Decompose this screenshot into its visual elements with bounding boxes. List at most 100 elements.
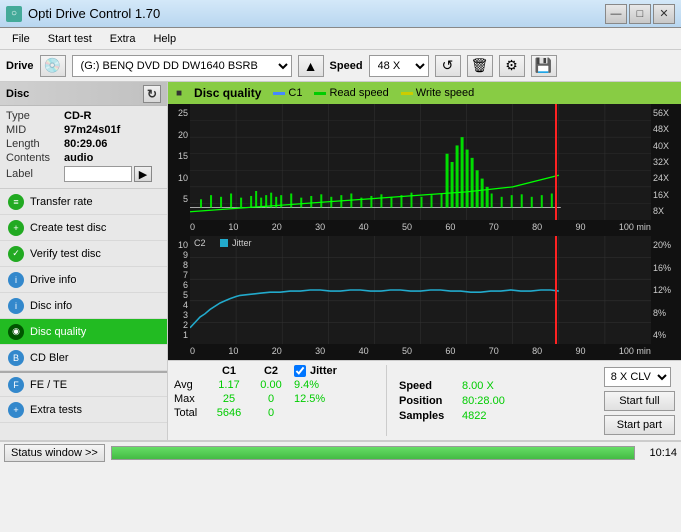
disc-refresh-button[interactable]: ↻	[143, 85, 161, 103]
status-bar: Status window >> 10:14	[0, 440, 681, 464]
mid-key: MID	[6, 124, 64, 136]
sidebar-item-extra-tests[interactable]: + Extra tests	[0, 397, 167, 423]
legend-c1-dot	[273, 92, 285, 95]
app-title: Opti Drive Control 1.70	[28, 6, 160, 21]
speed-select[interactable]: 48 X	[369, 55, 429, 77]
sidebar-item-create-test-disc[interactable]: + Create test disc	[0, 215, 167, 241]
bottom-y-axis-right: 20% 16% 12% 8% 4%	[651, 236, 681, 344]
jitter-label: Jitter	[232, 238, 252, 248]
disc-header: Disc ↻	[0, 82, 167, 106]
sidebar-item-drive-info[interactable]: i Drive info	[0, 267, 167, 293]
position-val: 80:28.00	[462, 395, 505, 407]
legend-c1: C1	[273, 87, 302, 99]
action-section: 8 X CLV Start full Start part	[604, 365, 675, 436]
disc-info-icon: i	[8, 298, 24, 314]
progress-bar-fill	[112, 447, 634, 459]
refresh-button[interactable]: ↺	[435, 55, 461, 77]
clv-row: 8 X CLV	[604, 367, 675, 387]
save-button[interactable]: 💾	[531, 55, 557, 77]
eraser-button[interactable]: 🗑	[467, 55, 493, 77]
status-window-button[interactable]: Status window >>	[4, 444, 105, 462]
charts-container: 25 20 15 10 5	[168, 104, 681, 360]
eject-button[interactable]: ▲	[298, 55, 324, 77]
c2-label: C2	[194, 238, 206, 248]
type-key: Type	[6, 110, 64, 122]
disc-info: Type CD-R MID 97m24s01f Length 80:29.06 …	[0, 106, 167, 189]
menu-help[interactable]: Help	[145, 31, 184, 47]
legend-read: Read speed	[314, 87, 388, 99]
legend-read-dot	[314, 92, 326, 95]
length-val: 80:29.06	[64, 138, 107, 150]
disc-mid-row: MID 97m24s01f	[6, 124, 161, 136]
sidebar-item-verify-test-disc[interactable]: ✓ Verify test disc	[0, 241, 167, 267]
samples-row: Samples 4822	[399, 410, 519, 422]
label-key: Label	[6, 168, 64, 180]
bottom-x-labels: 0 10 20 30 40 50 60 70 80 90 100 min	[190, 344, 651, 360]
c2-header: C2	[252, 365, 290, 377]
top-chart-wrapper: 25 20 15 10 5	[168, 104, 681, 220]
nav-items: ≡ Transfer rate + Create test disc ✓ Ver…	[0, 189, 167, 440]
max-c2: 0	[252, 393, 290, 405]
type-val: CD-R	[64, 110, 92, 122]
sidebar-item-fe-te[interactable]: F FE / TE	[0, 371, 167, 397]
cd-bler-icon: B	[8, 350, 24, 366]
samples-val: 4822	[462, 410, 486, 422]
total-c2: 0	[252, 407, 290, 419]
menu-bar: File Start test Extra Help	[0, 28, 681, 50]
drive-icon-btn[interactable]: 💿	[40, 55, 66, 77]
verify-test-disc-label: Verify test disc	[30, 248, 101, 260]
drive-select[interactable]: (G:) BENQ DVD DD DW1640 BSRB	[72, 55, 292, 77]
sidebar-item-cd-bler[interactable]: B CD Bler	[0, 345, 167, 371]
speed-label: Speed	[330, 60, 363, 72]
contents-key: Contents	[6, 152, 64, 164]
clv-select[interactable]: 8 X CLV	[604, 367, 671, 387]
drive-bar: Drive 💿 (G:) BENQ DVD DD DW1640 BSRB ▲ S…	[0, 50, 681, 82]
label-apply-button[interactable]: ▶	[134, 166, 152, 182]
start-full-button[interactable]: Start full	[604, 391, 675, 411]
menu-start-test[interactable]: Start test	[40, 31, 100, 47]
stats-table-section: C1 C2 Jitter Avg 1.17 0.00 9.4% Max 25 0…	[174, 365, 374, 436]
speed-pos-section: Speed 8.00 X Position 80:28.00 Samples 4…	[399, 365, 519, 436]
start-part-button[interactable]: Start part	[604, 415, 675, 435]
speed-row: Speed 8.00 X	[399, 380, 519, 392]
menu-extra[interactable]: Extra	[102, 31, 144, 47]
max-jitter: 12.5%	[294, 393, 325, 405]
contents-val: audio	[64, 152, 93, 164]
disc-quality-label: Disc quality	[30, 326, 86, 338]
legend-read-label: Read speed	[329, 87, 388, 99]
length-key: Length	[6, 138, 64, 150]
disc-quality-icon: ◉	[8, 324, 24, 340]
bottom-x-axis: 0 10 20 30 40 50 60 70 80 90 100 min	[168, 344, 681, 360]
fe-te-label: FE / TE	[30, 379, 67, 391]
create-test-disc-icon: +	[8, 220, 24, 236]
jitter-checkbox[interactable]	[294, 365, 306, 377]
disc-info-label: Disc info	[30, 300, 72, 312]
total-label: Total	[174, 407, 206, 419]
sidebar-item-transfer-rate[interactable]: ≡ Transfer rate	[0, 189, 167, 215]
jitter-header: Jitter	[310, 365, 337, 377]
bottom-y-axis: 10 9 8 7 6 5 4 3 2 1	[168, 236, 190, 344]
extra-tests-label: Extra tests	[30, 404, 82, 416]
close-button[interactable]: ✕	[653, 4, 675, 24]
avg-c2: 0.00	[252, 379, 290, 391]
disc-label-input[interactable]	[64, 166, 132, 182]
menu-file[interactable]: File	[4, 31, 38, 47]
transfer-rate-label: Transfer rate	[30, 196, 93, 208]
sidebar-item-disc-info[interactable]: i Disc info	[0, 293, 167, 319]
fe-te-icon: F	[8, 377, 24, 393]
top-x-labels: 0 10 20 30 40 50 60 70 80 90 100 min	[190, 220, 651, 236]
main-content: Disc ↻ Type CD-R MID 97m24s01f Length 80…	[0, 82, 681, 440]
disc-label-row: Label ▶	[6, 166, 161, 182]
c2-jitter-box	[220, 239, 228, 247]
legend-write: Write speed	[401, 87, 475, 99]
maximize-button[interactable]: □	[629, 4, 651, 24]
settings-button[interactable]: ⚙	[499, 55, 525, 77]
total-c1: 5646	[210, 407, 248, 419]
top-chart-canvas	[190, 104, 651, 220]
title-bar-left: ○ Opti Drive Control 1.70	[6, 6, 160, 22]
drive-label: Drive	[6, 60, 34, 72]
minimize-button[interactable]: —	[605, 4, 627, 24]
total-row: Total 5646 0	[174, 407, 374, 419]
legend-write-dot	[401, 92, 413, 95]
sidebar-item-disc-quality[interactable]: ◉ Disc quality	[0, 319, 167, 345]
